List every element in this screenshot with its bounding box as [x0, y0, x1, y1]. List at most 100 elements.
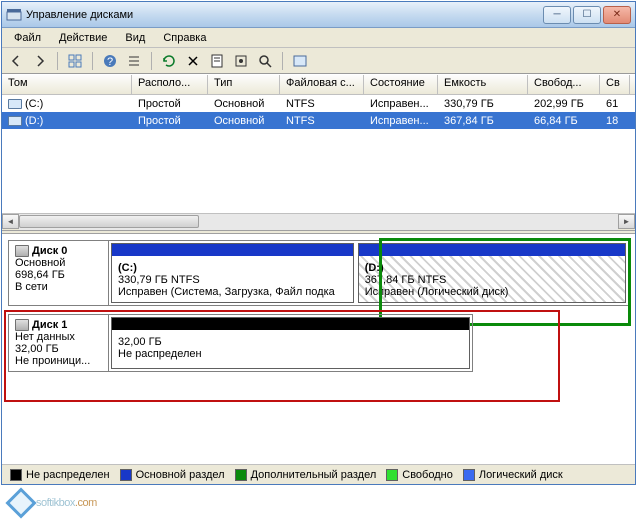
- disk-header[interactable]: Диск 1 Нет данных 32,00 ГБ Не проиници..…: [9, 315, 109, 371]
- menu-view[interactable]: Вид: [117, 30, 153, 46]
- h-scrollbar[interactable]: ◄ ►: [2, 213, 635, 230]
- toolbar: ?: [2, 48, 635, 74]
- partition-unallocated[interactable]: 32,00 ГБ Не распределен: [111, 317, 470, 369]
- close-button[interactable]: ✕: [603, 6, 631, 24]
- cell-type: Основной: [208, 114, 280, 128]
- cell-capacity: 330,79 ГБ: [438, 97, 528, 111]
- partition-label: (D:): [365, 262, 619, 274]
- disk-icon: [15, 319, 29, 331]
- properties-icon[interactable]: [207, 51, 227, 71]
- cell-vol: (C:): [25, 98, 43, 110]
- disk-type: Нет данных: [15, 331, 102, 343]
- cell-vol: (D:): [25, 115, 43, 127]
- legend: Не распределен Основной раздел Дополните…: [2, 464, 635, 484]
- partition-stripe-unallocated: [112, 318, 469, 330]
- disk-type: Основной: [15, 257, 102, 269]
- partition-status: Не распределен: [118, 348, 463, 360]
- cell-free: 202,99 ГБ: [528, 97, 600, 111]
- col-volume[interactable]: Том: [2, 75, 132, 94]
- list-row[interactable]: (D:) Простой Основной NTFS Исправен... 3…: [2, 112, 635, 129]
- help-icon[interactable]: ?: [100, 51, 120, 71]
- disk-row: Диск 0 Основной 698,64 ГБ В сети (C:) 33…: [8, 240, 629, 306]
- scroll-right-button[interactable]: ►: [618, 214, 635, 229]
- scroll-left-button[interactable]: ◄: [2, 214, 19, 229]
- delete-icon[interactable]: [183, 51, 203, 71]
- maximize-button[interactable]: ☐: [573, 6, 601, 24]
- cell-layout: Простой: [132, 114, 208, 128]
- cell-capacity: 367,84 ГБ: [438, 114, 528, 128]
- settings-icon[interactable]: [231, 51, 251, 71]
- list-row[interactable]: (C:) Простой Основной NTFS Исправен... 3…: [2, 95, 635, 112]
- disk-status: В сети: [15, 281, 102, 293]
- partition-label: (C:): [118, 262, 347, 274]
- minimize-button[interactable]: ─: [543, 6, 571, 24]
- watermark-icon: [5, 487, 36, 518]
- disk-size: 32,00 ГБ: [15, 343, 102, 355]
- partition-stripe-primary: [359, 244, 625, 256]
- disk-size: 698,64 ГБ: [15, 269, 102, 281]
- menu-help[interactable]: Справка: [155, 30, 214, 46]
- volume-list: Том Располо... Тип Файловая с... Состоян…: [2, 75, 635, 230]
- svg-text:?: ?: [107, 56, 113, 68]
- col-capacity[interactable]: Емкость: [438, 75, 528, 94]
- titlebar[interactable]: Управление дисками ─ ☐ ✕: [2, 2, 635, 28]
- col-type[interactable]: Тип: [208, 75, 280, 94]
- list-header: Том Располо... Тип Файловая с... Состоян…: [2, 75, 635, 95]
- disk-name: Диск 0: [32, 245, 67, 257]
- app-icon: [6, 7, 22, 23]
- legend-logical: Логический диск: [463, 469, 563, 481]
- list-body: (C:) Простой Основной NTFS Исправен... 3…: [2, 95, 635, 129]
- swatch-primary: [120, 469, 132, 481]
- swatch-logical: [463, 469, 475, 481]
- disk-status: Не проиници...: [15, 355, 102, 367]
- menu-file[interactable]: Файл: [6, 30, 49, 46]
- cell-status: Исправен...: [364, 114, 438, 128]
- scroll-track[interactable]: [19, 214, 618, 230]
- disk-icon: [15, 245, 29, 257]
- scroll-thumb[interactable]: [19, 215, 199, 228]
- disk-header[interactable]: Диск 0 Основной 698,64 ГБ В сети: [9, 241, 109, 305]
- drive-icon: [8, 99, 22, 109]
- disk-name: Диск 1: [32, 319, 67, 331]
- refresh-icon[interactable]: [159, 51, 179, 71]
- col-free[interactable]: Свобод...: [528, 75, 600, 94]
- partition-c[interactable]: (C:) 330,79 ГБ NTFS Исправен (Система, З…: [111, 243, 354, 303]
- partition-d[interactable]: (D:) 367,84 ГБ NTFS Исправен (Логический…: [358, 243, 626, 303]
- cell-type: Основной: [208, 97, 280, 111]
- watermark-domain: .com: [75, 497, 97, 509]
- legend-extended: Дополнительный раздел: [235, 469, 377, 481]
- watermark: softikbox.com: [10, 492, 97, 514]
- disk-partitions: (C:) 330,79 ГБ NTFS Исправен (Система, З…: [109, 241, 628, 305]
- window-title: Управление дисками: [26, 9, 543, 21]
- search-icon[interactable]: [255, 51, 275, 71]
- action-icon[interactable]: [290, 51, 310, 71]
- back-button[interactable]: [6, 51, 26, 71]
- swatch-extended: [235, 469, 247, 481]
- partition-status: Исправен (Логический диск): [365, 286, 619, 298]
- window-buttons: ─ ☐ ✕: [543, 6, 631, 24]
- list-icon[interactable]: [124, 51, 144, 71]
- separator: [92, 52, 93, 70]
- col-status[interactable]: Состояние: [364, 75, 438, 94]
- partition-stripe-primary: [112, 244, 353, 256]
- window: Управление дисками ─ ☐ ✕ Файл Действие В…: [1, 1, 636, 485]
- partition-status: Исправен (Система, Загрузка, Файл подка: [118, 286, 347, 298]
- content-area: Том Располо... Тип Файловая с... Состоян…: [2, 74, 635, 484]
- menu-action[interactable]: Действие: [51, 30, 115, 46]
- col-pctfree[interactable]: Св: [600, 75, 630, 94]
- col-layout[interactable]: Располо...: [132, 75, 208, 94]
- cell-pctfree: 61: [600, 97, 630, 111]
- col-fs[interactable]: Файловая с...: [280, 75, 364, 94]
- partition-info: 367,84 ГБ NTFS: [365, 274, 619, 286]
- partition-info: 330,79 ГБ NTFS: [118, 274, 347, 286]
- cell-free: 66,84 ГБ: [528, 114, 600, 128]
- view-icon[interactable]: [65, 51, 85, 71]
- cell-fs: NTFS: [280, 114, 364, 128]
- forward-button[interactable]: [30, 51, 50, 71]
- legend-free: Свободно: [386, 469, 453, 481]
- partition-info: 32,00 ГБ: [118, 336, 463, 348]
- legend-unallocated: Не распределен: [10, 469, 110, 481]
- swatch-unallocated: [10, 469, 22, 481]
- separator: [57, 52, 58, 70]
- separator: [282, 52, 283, 70]
